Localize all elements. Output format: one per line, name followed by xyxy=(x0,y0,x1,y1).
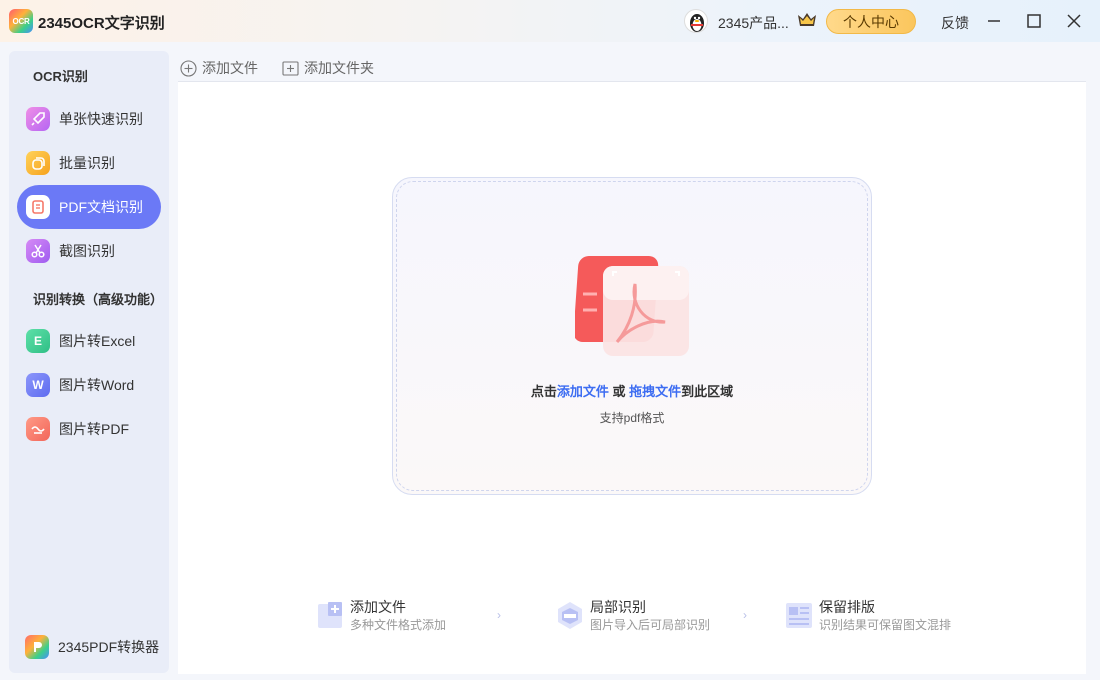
file-toolbar: 添加文件 添加文件夹 xyxy=(180,57,398,79)
plus-circle-icon xyxy=(180,59,197,77)
plus-folder-icon xyxy=(282,60,299,76)
section-title-conversion: 识别转换（高级功能） xyxy=(33,292,164,307)
pdf-converter-logo-icon xyxy=(25,635,49,659)
app-logo-text: OCR xyxy=(12,16,30,26)
drop-middle: 或 xyxy=(608,384,630,399)
app-title: 2345OCR文字识别 xyxy=(38,15,165,32)
scissors-icon xyxy=(26,239,50,263)
maximize-icon xyxy=(1027,14,1041,28)
word-icon: W xyxy=(26,373,50,397)
add-file-icon xyxy=(318,602,342,628)
file-drop-zone[interactable]: 点击添加文件 或 拖拽文件到此区域 支持pdf格式 xyxy=(392,177,872,495)
excel-glyph: E xyxy=(33,334,42,348)
user-name[interactable]: 2345产品... xyxy=(718,13,789,33)
add-file-link[interactable]: 添加文件 xyxy=(557,384,609,399)
toolbar-divider xyxy=(178,81,1086,82)
sidebar-item-label: PDF文档识别 xyxy=(59,199,143,215)
sidebar-item-label: 单张快速识别 xyxy=(59,111,143,127)
add-file-label: 添加文件 xyxy=(202,60,258,76)
minimize-icon xyxy=(988,20,1000,22)
feature-title: 局部识别 xyxy=(590,599,646,615)
partial-recognition-icon xyxy=(558,602,582,629)
feedback-link[interactable]: 反馈 xyxy=(941,13,969,33)
batch-icon xyxy=(26,151,50,175)
app-logo: OCR xyxy=(9,9,33,33)
add-folder-button[interactable]: 添加文件夹 xyxy=(282,58,374,78)
sidebar-item-label: 图片转Excel xyxy=(59,333,136,349)
chevron-right-icon: › xyxy=(743,608,747,622)
add-file-button[interactable]: 添加文件 xyxy=(180,58,258,78)
personal-center-button[interactable]: 个人中心 xyxy=(826,9,916,34)
bottom-app-label: 2345PDF转换器 xyxy=(58,639,160,655)
sidebar-item-label: 批量识别 xyxy=(59,155,115,171)
close-button[interactable] xyxy=(1064,11,1084,31)
sidebar-item-batch-recognition[interactable]: 批量识别 xyxy=(17,141,161,185)
pdf-doc-icon xyxy=(26,195,50,219)
sidebar-item-label: 图片转PDF xyxy=(59,421,129,437)
sidebar-item-image-to-excel[interactable]: E 图片转Excel xyxy=(17,319,161,363)
feature-partial-recognition: 局部识别 图片导入后可局部识别 xyxy=(556,598,710,634)
sidebar-item-screenshot-recognition[interactable]: 截图识别 xyxy=(17,229,161,273)
image-pdf-icon xyxy=(26,417,50,441)
drop-suffix: 到此区域 xyxy=(681,384,734,399)
pdf-file-icon xyxy=(573,254,689,358)
drop-prefix: 点击 xyxy=(530,384,557,399)
word-glyph: W xyxy=(32,378,44,392)
pdf-converter-app-link[interactable]: 2345PDF转换器 xyxy=(25,635,159,659)
drop-instruction: 点击添加文件 或 拖拽文件到此区域 xyxy=(393,381,871,400)
chevron-right-icon: › xyxy=(497,608,501,622)
sidebar-item-image-to-pdf[interactable]: 图片转PDF xyxy=(17,407,161,451)
user-avatar[interactable] xyxy=(684,9,708,33)
feature-desc: 识别结果可保留图文混排 xyxy=(819,618,952,632)
sidebar-item-single-recognition[interactable]: 单张快速识别 xyxy=(17,97,161,141)
feature-add-file: 添加文件 多种文件格式添加 xyxy=(316,598,446,634)
feature-title: 保留排版 xyxy=(819,599,875,615)
sidebar-item-pdf-recognition[interactable]: PDF文档识别 xyxy=(17,185,161,229)
keep-layout-icon xyxy=(786,603,812,628)
close-icon xyxy=(1067,14,1081,28)
feature-title: 添加文件 xyxy=(350,599,406,615)
supported-format-text: 支持pdf格式 xyxy=(599,411,665,425)
feature-desc: 多种文件格式添加 xyxy=(350,618,447,632)
sidebar: OCR识别 单张快速识别 批量识别 PDF文档识别 截图识别 识别转换（高级功能… xyxy=(9,51,169,673)
feature-keep-layout: 保留排版 识别结果可保留图文混排 xyxy=(785,598,951,634)
minimize-button[interactable] xyxy=(984,11,1004,31)
crown-icon xyxy=(797,11,817,29)
maximize-button[interactable] xyxy=(1024,11,1044,31)
drag-file-link: 拖拽文件 xyxy=(629,384,682,399)
title-bar: OCR 2345OCR文字识别 2345产品... 个人中心 反馈 xyxy=(0,0,1100,42)
sidebar-item-label: 截图识别 xyxy=(59,243,115,259)
penguin-icon xyxy=(690,14,704,32)
sidebar-item-image-to-word[interactable]: W 图片转Word xyxy=(17,363,161,407)
excel-icon: E xyxy=(26,329,50,353)
feature-desc: 图片导入后可局部识别 xyxy=(590,618,711,632)
rocket-icon xyxy=(26,107,50,131)
add-folder-label: 添加文件夹 xyxy=(304,60,374,76)
sidebar-item-label: 图片转Word xyxy=(59,377,135,393)
section-title-ocr: OCR识别 xyxy=(33,69,88,84)
